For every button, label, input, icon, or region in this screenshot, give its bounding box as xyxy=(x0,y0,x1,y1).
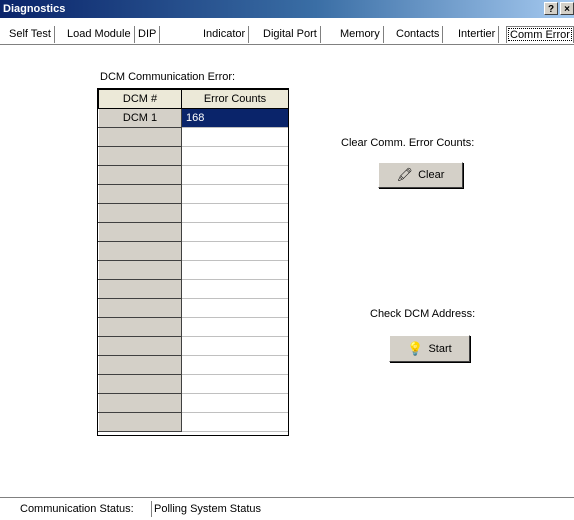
table-row[interactable] xyxy=(98,165,289,185)
error-panel-title: DCM Communication Error: xyxy=(100,71,236,83)
start-button-label: Start xyxy=(428,342,452,355)
dcm-cell[interactable] xyxy=(98,222,182,242)
error-count-cell[interactable]: 168 xyxy=(181,108,289,128)
error-count-cell[interactable] xyxy=(181,336,289,356)
close-button[interactable]: × xyxy=(560,2,574,15)
table-row[interactable] xyxy=(98,203,289,223)
dcm-cell[interactable] xyxy=(98,374,182,394)
clear-counts-label: Clear Comm. Error Counts: xyxy=(341,137,475,149)
start-button[interactable]: 💡 Start xyxy=(389,335,470,362)
column-header-dcm[interactable]: DCM # xyxy=(98,89,182,109)
table-row[interactable] xyxy=(98,222,289,242)
error-count-cell[interactable] xyxy=(181,298,289,318)
table-row[interactable]: DCM 1 168 xyxy=(98,108,289,128)
tab-load-module[interactable]: Load Module xyxy=(64,26,135,43)
error-count-cell[interactable] xyxy=(181,355,289,375)
table-row[interactable] xyxy=(98,336,289,356)
dcm-cell[interactable] xyxy=(98,203,182,223)
tab-self-test[interactable]: Self Test xyxy=(6,26,55,43)
dcm-cell[interactable] xyxy=(98,317,182,337)
table-row[interactable] xyxy=(98,393,289,413)
error-count-cell[interactable] xyxy=(181,165,289,185)
table-row[interactable] xyxy=(98,355,289,375)
tab-digital-port[interactable]: Digital Port xyxy=(260,26,321,43)
error-count-cell[interactable] xyxy=(181,241,289,261)
dcm-cell[interactable] xyxy=(98,336,182,356)
grid-header-row: DCM # Error Counts xyxy=(98,89,289,109)
status-label: Communication Status: xyxy=(20,503,134,515)
clear-button-label: Clear xyxy=(418,169,445,181)
tab-strip: Self Test Load Module DIP Indicator Digi… xyxy=(0,26,574,43)
dcm-cell[interactable] xyxy=(98,298,182,318)
error-count-cell[interactable] xyxy=(181,184,289,204)
status-value: Polling System Status xyxy=(151,501,263,517)
dcm-cell[interactable] xyxy=(98,146,182,166)
tab-indicator[interactable]: Indicator xyxy=(200,26,250,43)
error-count-grid: DCM # Error Counts DCM 1 168 xyxy=(98,89,289,432)
dcm-cell[interactable] xyxy=(98,355,182,375)
error-count-cell[interactable] xyxy=(181,222,289,242)
eraser-icon: 🖍 xyxy=(396,167,414,182)
dcm-cell[interactable] xyxy=(98,184,182,204)
lightbulb-icon: 💡 xyxy=(407,340,424,356)
tab-contacts[interactable]: Contacts xyxy=(393,26,444,43)
table-row[interactable] xyxy=(98,260,289,280)
table-row[interactable] xyxy=(98,146,289,166)
check-address-label: Check DCM Address: xyxy=(370,308,476,320)
tab-comm-error[interactable]: Comm Error xyxy=(506,26,574,43)
error-count-cell[interactable] xyxy=(181,317,289,337)
column-header-error-counts[interactable]: Error Counts xyxy=(181,89,289,109)
clear-button[interactable]: 🖍 Clear xyxy=(378,162,463,188)
table-row[interactable] xyxy=(98,184,289,204)
table-row[interactable] xyxy=(98,127,289,147)
dcm-cell[interactable] xyxy=(98,393,182,413)
table-row[interactable] xyxy=(98,241,289,261)
help-button[interactable]: ? xyxy=(544,2,558,15)
error-count-cell[interactable] xyxy=(181,393,289,413)
dcm-cell[interactable] xyxy=(98,127,182,147)
error-count-cell[interactable] xyxy=(181,260,289,280)
error-count-cell[interactable] xyxy=(181,146,289,166)
tab-memory[interactable]: Memory xyxy=(337,26,384,43)
dcm-cell[interactable] xyxy=(98,412,182,432)
dcm-cell[interactable] xyxy=(98,260,182,280)
dcm-cell[interactable]: DCM 1 xyxy=(98,108,182,128)
table-row[interactable] xyxy=(98,317,289,337)
window-title: Diagnostics xyxy=(3,3,66,15)
error-count-cell[interactable] xyxy=(181,203,289,223)
title-bar: Diagnostics ? × xyxy=(0,0,574,18)
error-count-cell[interactable] xyxy=(181,412,289,432)
error-count-cell[interactable] xyxy=(181,374,289,394)
dcm-cell[interactable] xyxy=(98,241,182,261)
dcm-cell[interactable] xyxy=(98,279,182,299)
status-bar: Communication Status: Polling System Sta… xyxy=(0,497,574,520)
table-row[interactable] xyxy=(98,279,289,299)
error-count-cell[interactable] xyxy=(181,279,289,299)
table-row[interactable] xyxy=(98,374,289,394)
table-row[interactable] xyxy=(98,412,289,432)
table-row[interactable] xyxy=(98,298,289,318)
tab-dip[interactable]: DIP xyxy=(135,26,161,43)
tab-intertier[interactable]: Intertier xyxy=(455,26,500,43)
dcm-cell[interactable] xyxy=(98,165,182,185)
error-count-cell[interactable] xyxy=(181,127,289,147)
